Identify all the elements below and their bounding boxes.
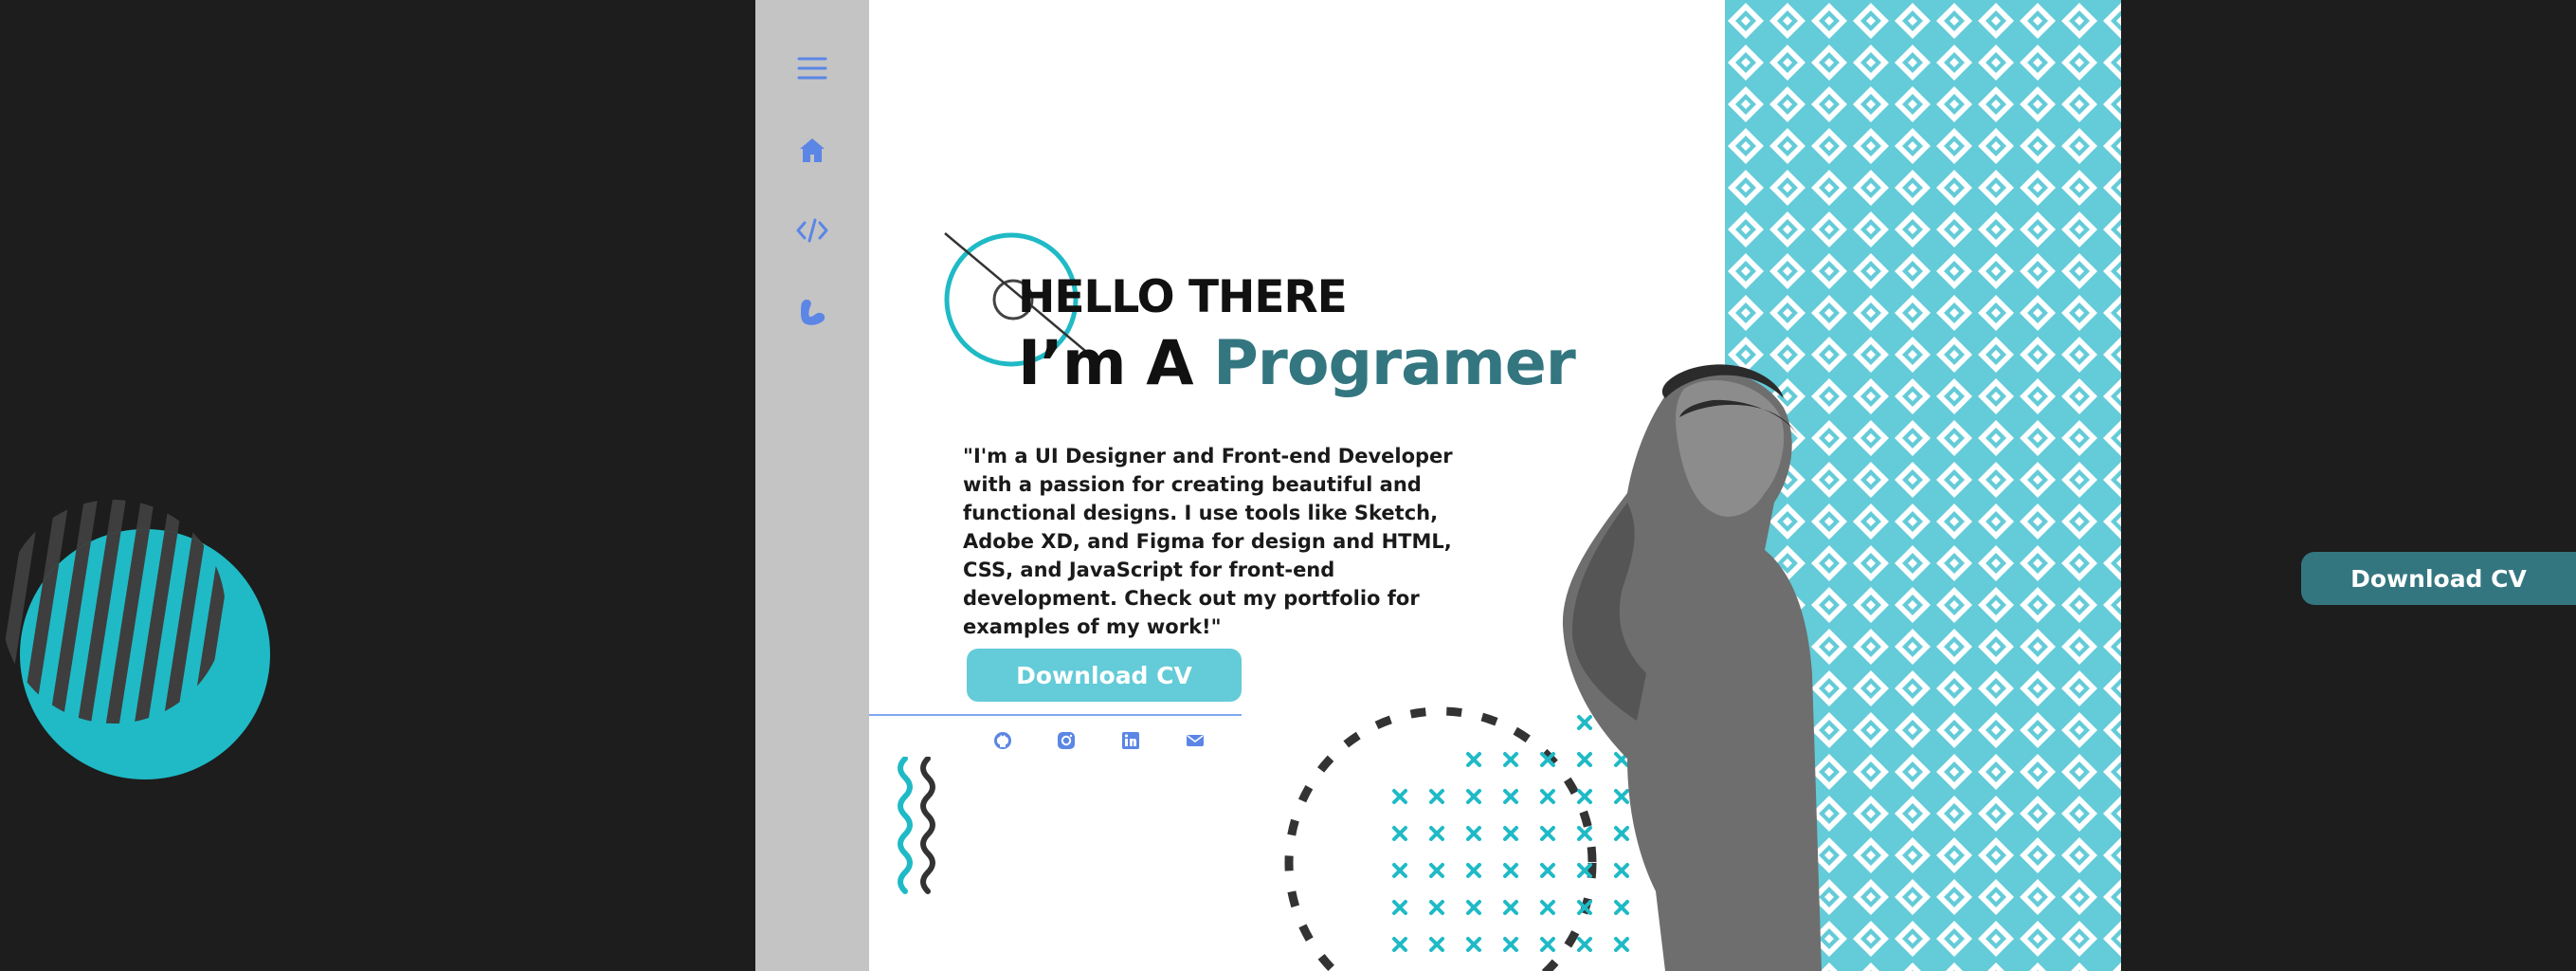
mail-icon[interactable] (1182, 727, 1208, 754)
cross-mark (1429, 937, 1444, 952)
cross-mark (1540, 863, 1555, 878)
cross-mark (1392, 826, 1407, 841)
github-icon[interactable] (989, 727, 1016, 754)
cross-mark (1392, 900, 1407, 915)
cross-mark (1466, 752, 1481, 767)
portrait-image (1562, 364, 1822, 971)
linkedin-icon[interactable] (1117, 727, 1144, 754)
home-icon[interactable] (755, 129, 869, 171)
cross-mark (1540, 752, 1555, 767)
cross-mark (1466, 900, 1481, 915)
cross-mark (1429, 826, 1444, 841)
cross-mark (1540, 789, 1555, 804)
cross-mark (1392, 863, 1407, 878)
greeting-text: HELLO THERE (1018, 271, 1348, 323)
code-icon[interactable] (755, 210, 869, 251)
cross-mark (1503, 900, 1518, 915)
cross-mark (1466, 863, 1481, 878)
floating-download-cv-button[interactable]: Download CV (2301, 552, 2576, 605)
cross-mark (1540, 937, 1555, 952)
cross-mark (1540, 900, 1555, 915)
sidebar (755, 0, 869, 971)
bicep-icon[interactable] (755, 291, 869, 333)
cross-mark (1429, 789, 1444, 804)
instagram-icon[interactable] (1053, 727, 1079, 754)
cross-mark (1429, 863, 1444, 878)
cross-mark (1540, 826, 1555, 841)
cross-mark (1466, 789, 1481, 804)
cross-mark (1503, 752, 1518, 767)
cross-mark (1503, 937, 1518, 952)
download-cv-button[interactable]: Download CV (967, 649, 1242, 702)
cross-mark (1503, 826, 1518, 841)
cross-mark (1392, 789, 1407, 804)
cross-mark (1429, 900, 1444, 915)
cross-mark (1503, 863, 1518, 878)
headline-accent: Programer (1213, 328, 1576, 399)
headline: I’m A Programer (1018, 328, 1576, 399)
cross-mark (1392, 937, 1407, 952)
social-links (989, 727, 1255, 754)
cross-mark (1503, 789, 1518, 804)
cross-mark (1466, 826, 1481, 841)
striped-circle-decoration (2, 500, 270, 779)
wavy-lines-decoration (898, 757, 935, 894)
menu-icon[interactable] (755, 47, 869, 89)
divider (869, 714, 1242, 716)
cross-mark (1466, 937, 1481, 952)
headline-prefix: I’m A (1018, 328, 1214, 399)
hero-section: . HELLO THERE I’m A Programer "I'm a UI … (869, 0, 2121, 971)
bio-text: "I'm a UI Designer and Front-end Develop… (963, 445, 1453, 638)
